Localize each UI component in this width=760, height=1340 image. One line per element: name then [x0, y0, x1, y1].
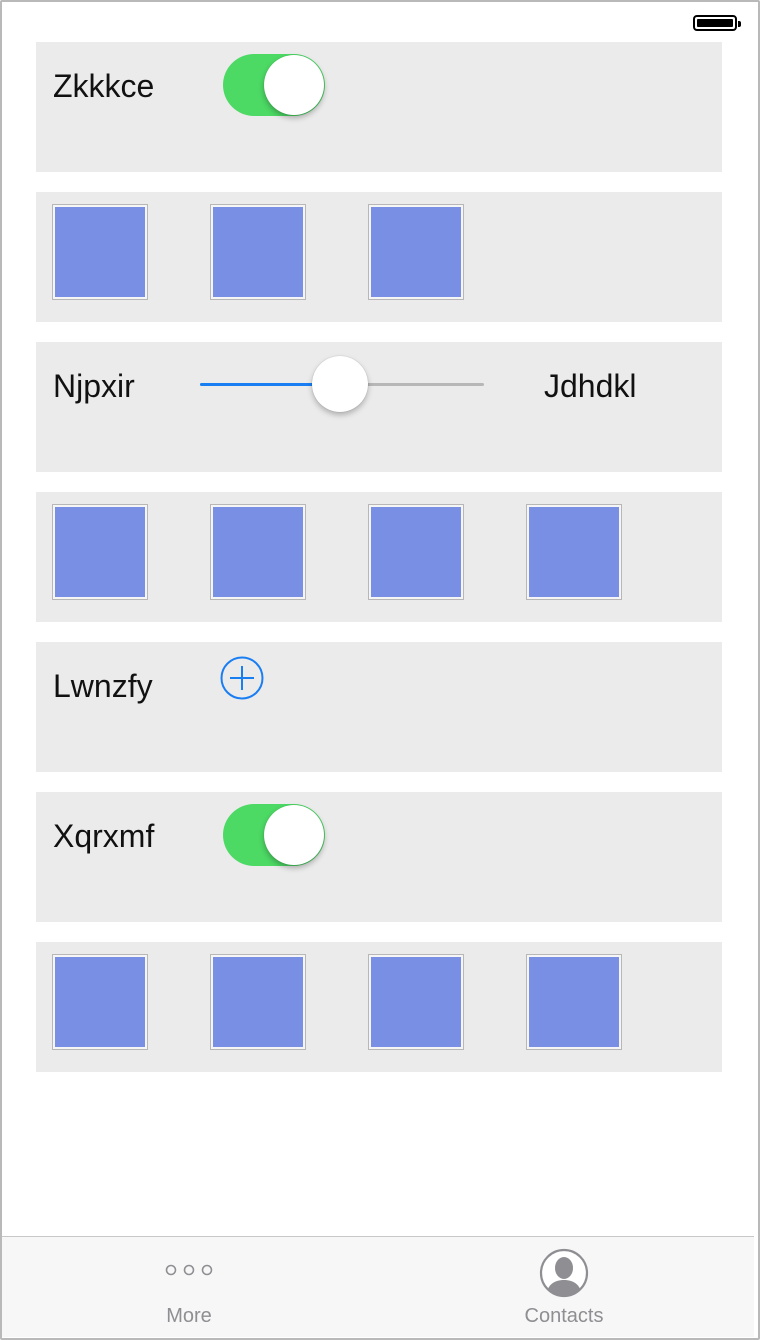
image-strip-row [36, 192, 722, 322]
add-button[interactable] [220, 656, 264, 700]
more-dots-icon [165, 1264, 213, 1276]
row-label: Xqrxmf [53, 818, 155, 854]
toggle-switch[interactable] [223, 804, 325, 866]
image-strip [52, 954, 684, 1050]
toggle-knob [264, 55, 324, 115]
image-thumbnail[interactable] [52, 204, 148, 300]
image-thumbnail[interactable] [368, 954, 464, 1050]
tab-label: More [166, 1305, 212, 1327]
tab-contacts[interactable]: Contacts [464, 1237, 664, 1337]
slider-row: Njpxir Jdhdkl [36, 342, 722, 472]
image-thumbnail[interactable] [368, 504, 464, 600]
tab-label: Contacts [524, 1305, 604, 1327]
image-thumbnail[interactable] [52, 954, 148, 1050]
toggle-switch[interactable] [223, 54, 325, 116]
image-thumbnail[interactable] [52, 504, 148, 600]
slider-knob[interactable] [312, 356, 368, 412]
add-circle-icon [220, 656, 264, 700]
phone-screen: Zkkkce Njpxir Jdhdkl Lwnzfy Xqrxmf [0, 0, 760, 1340]
image-strip-row [36, 942, 722, 1072]
settings-row-zkkkce: Zkkkce [36, 42, 722, 172]
image-thumbnail[interactable] [526, 954, 622, 1050]
settings-row-xqrxmf: Xqrxmf [36, 792, 722, 922]
toggle-knob [264, 805, 324, 865]
tab-more[interactable]: More [89, 1237, 289, 1337]
slider[interactable] [200, 356, 484, 412]
row-label: Zkkkce [53, 68, 155, 104]
tab-bar: More Contacts [2, 1236, 754, 1337]
image-thumbnail[interactable] [210, 204, 306, 300]
image-thumbnail[interactable] [368, 204, 464, 300]
contacts-avatar-icon [539, 1248, 589, 1298]
row-label: Njpxir [53, 368, 135, 404]
image-strip [52, 504, 684, 600]
add-row: Lwnzfy [36, 642, 722, 772]
row-label: Lwnzfy [53, 668, 153, 704]
image-thumbnail[interactable] [210, 954, 306, 1050]
slider-value-label: Jdhdkl [544, 368, 637, 404]
image-strip [52, 204, 526, 300]
image-strip-row [36, 492, 722, 622]
image-thumbnail[interactable] [210, 504, 306, 600]
image-thumbnail[interactable] [526, 504, 622, 600]
battery-icon [693, 15, 741, 31]
